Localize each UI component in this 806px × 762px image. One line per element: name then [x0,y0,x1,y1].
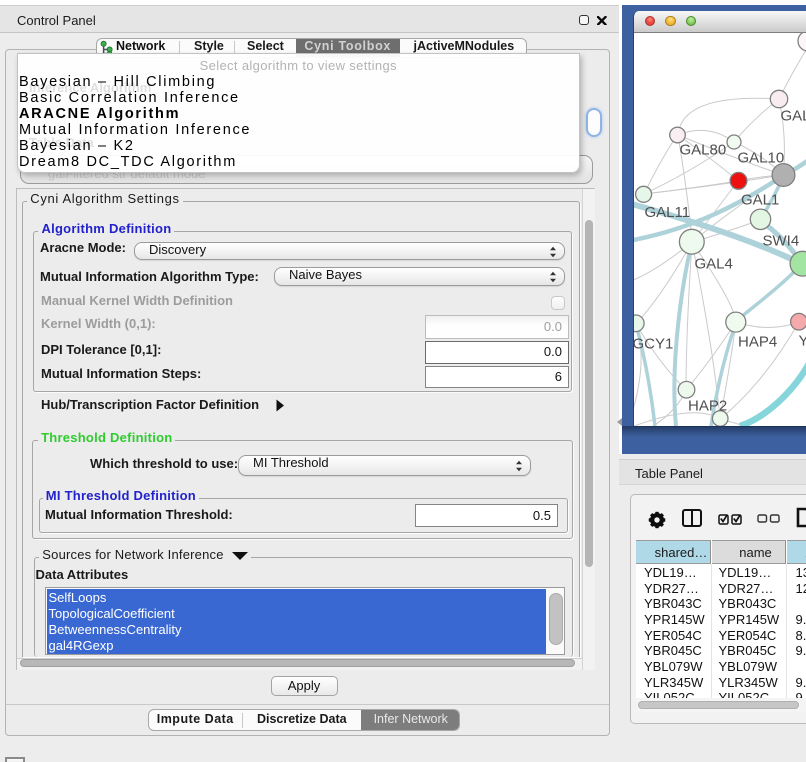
svg-text:GAL11: GAL11 [645,204,691,221]
svg-text:GAL80: GAL80 [680,142,727,159]
svg-text:GAL10: GAL10 [738,150,785,167]
svg-text:GCY1: GCY1 [634,335,673,352]
svg-text:Y: Y [799,332,806,349]
svg-text:HAP2: HAP2 [688,397,727,414]
svg-text:GAL1: GAL1 [741,192,779,209]
svg-text:HAP4: HAP4 [738,334,777,351]
svg-text:GAL: GAL [781,108,806,125]
svg-text:GAL4: GAL4 [695,255,733,272]
svg-text:SWI4: SWI4 [763,233,800,250]
